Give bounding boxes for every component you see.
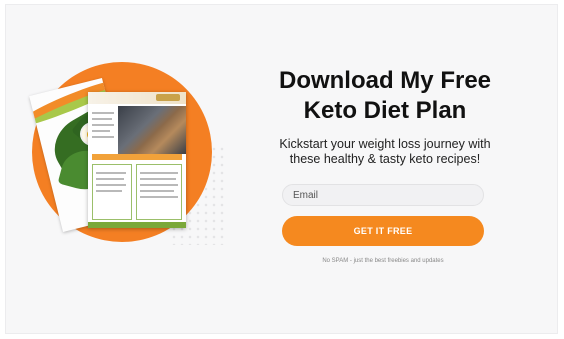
- subtitle-line-2: these healthy & tasty keto recipes!: [289, 152, 481, 166]
- email-input[interactable]: [282, 184, 484, 206]
- page-title: Download My Free Keto Diet Plan: [255, 66, 515, 126]
- title-line-1: Download My Free: [278, 67, 492, 94]
- subtitle: Kickstart your weight loss journey with …: [265, 137, 505, 167]
- mockup-front-page: [88, 92, 186, 228]
- no-spam-disclaimer: No SPAM - just the best freebies and upd…: [322, 258, 444, 264]
- get-it-free-button[interactable]: GET IT FREE: [282, 216, 484, 246]
- subtitle-line-1: Kickstart your weight loss journey with: [279, 137, 491, 151]
- title-line-2: Keto Diet Plan: [303, 97, 467, 124]
- recipe-photo: [118, 106, 186, 154]
